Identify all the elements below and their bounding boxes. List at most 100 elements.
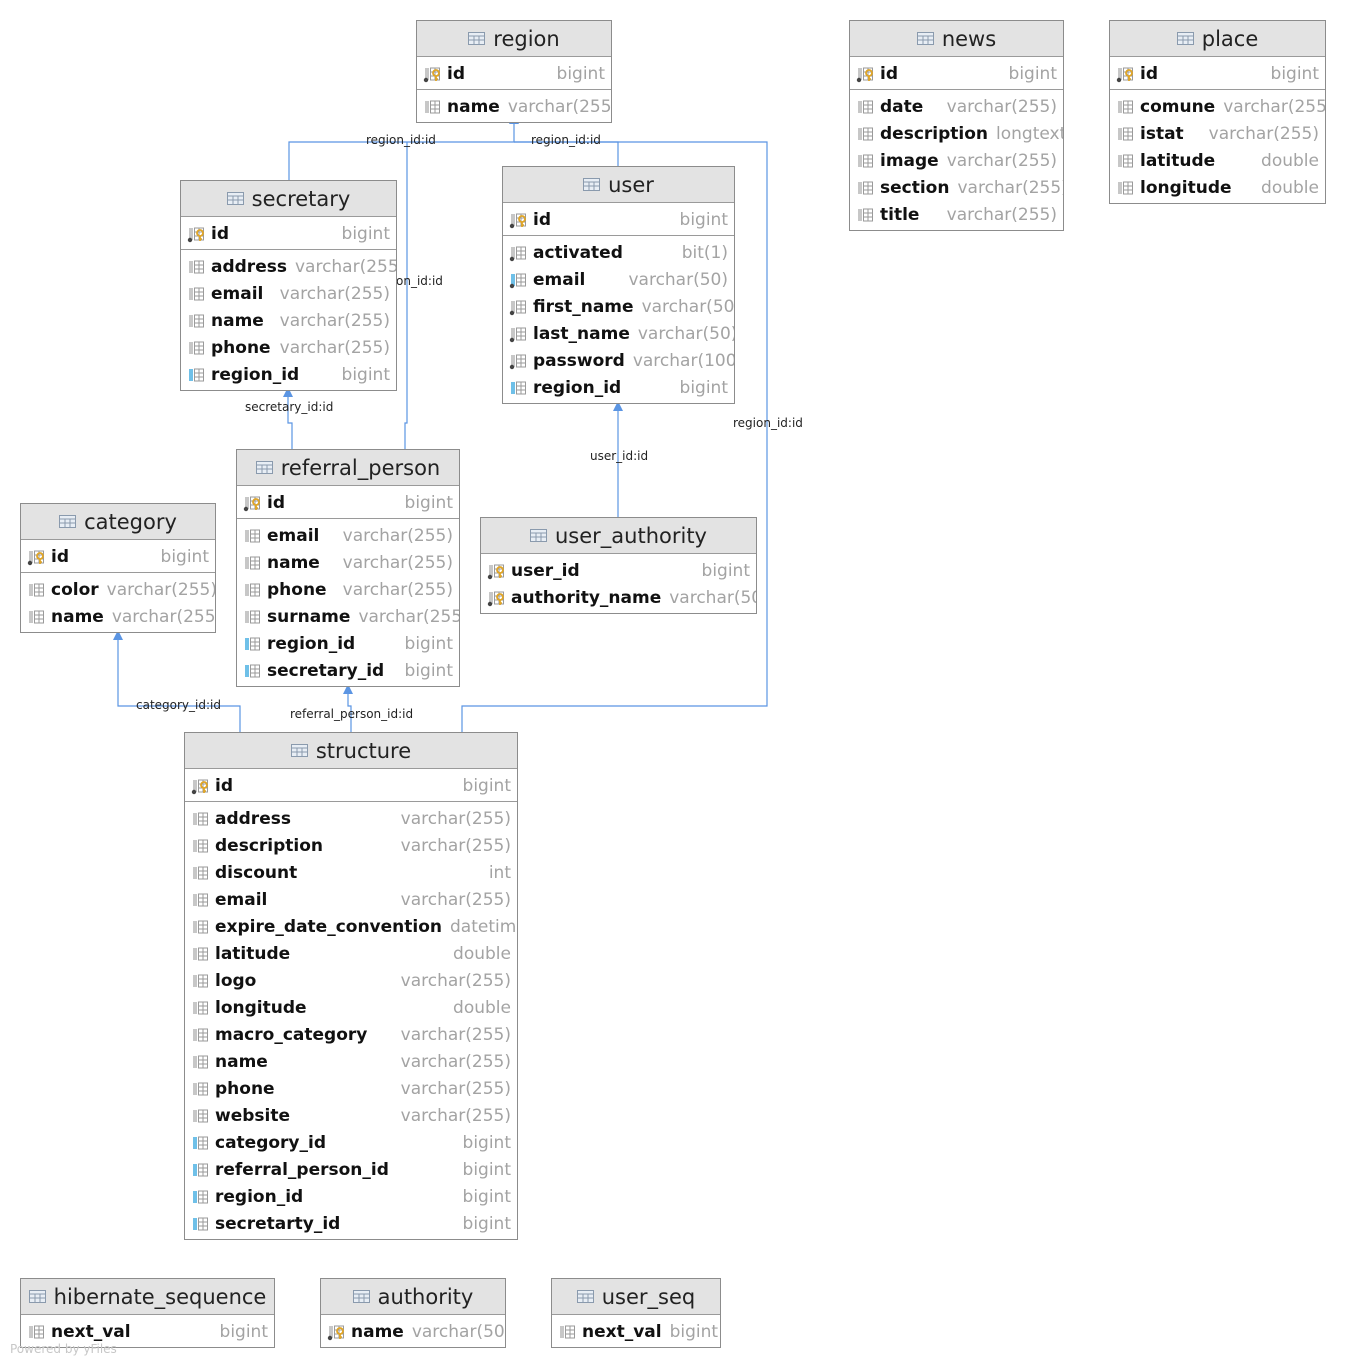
field-row[interactable]: secretarty_id bigint: [185, 1210, 517, 1237]
field-row[interactable]: comune varchar(255): [1110, 93, 1325, 120]
primary-key-icon: [1116, 65, 1136, 83]
field-row[interactable]: region_id bigint: [237, 630, 459, 657]
table-header[interactable]: place: [1110, 21, 1325, 57]
field-row[interactable]: description longtext: [850, 120, 1063, 147]
field-row[interactable]: id bigint: [237, 489, 459, 516]
field-row[interactable]: next_val bigint: [552, 1318, 720, 1345]
field-row[interactable]: email varchar(255): [185, 886, 517, 913]
field-row[interactable]: longitude double: [1110, 174, 1325, 201]
foreign-key-column-icon: [243, 662, 263, 680]
field-name: description: [880, 123, 989, 144]
field-name: istat: [1140, 123, 1184, 144]
table-place[interactable]: place id bigint comune varchar(255) istat varc…: [1109, 20, 1326, 204]
field-row[interactable]: expire_date_convention datetime: [185, 913, 517, 940]
field-row[interactable]: id bigint: [185, 772, 517, 799]
field-row[interactable]: next_val bigint: [21, 1318, 274, 1345]
field-row[interactable]: secretary_id bigint: [237, 657, 459, 684]
field-row[interactable]: id bigint: [850, 60, 1063, 87]
table-header[interactable]: structure: [185, 733, 517, 769]
table-header[interactable]: region: [417, 21, 611, 57]
field-row[interactable]: address varchar(255): [181, 253, 396, 280]
field-row[interactable]: id bigint: [181, 220, 396, 247]
field-row[interactable]: id bigint: [1110, 60, 1325, 87]
table-title: category: [84, 509, 177, 534]
field-row[interactable]: title varchar(255): [850, 201, 1063, 228]
table-news[interactable]: news id bigint date varchar(255) description l…: [849, 20, 1064, 231]
field-row[interactable]: email varchar(255): [237, 522, 459, 549]
primary-key-section: id bigint: [237, 486, 459, 519]
table-header[interactable]: authority: [321, 1279, 505, 1315]
table-header[interactable]: secretary: [181, 181, 396, 217]
field-row[interactable]: first_name varchar(50): [503, 293, 734, 320]
field-row[interactable]: color varchar(255): [21, 576, 215, 603]
table-secretary[interactable]: secretary id bigint address varchar(255) emai…: [180, 180, 397, 391]
field-row[interactable]: discount int: [185, 859, 517, 886]
field-row[interactable]: image varchar(255): [850, 147, 1063, 174]
field-row[interactable]: website varchar(255): [185, 1102, 517, 1129]
field-row[interactable]: region_id bigint: [503, 374, 734, 401]
field-row[interactable]: name varchar(50): [321, 1318, 505, 1345]
field-type: longtext: [996, 123, 1064, 144]
column-icon: [191, 1053, 211, 1071]
table-authority[interactable]: authority name varchar(50): [320, 1278, 506, 1348]
field-row[interactable]: id bigint: [21, 543, 215, 570]
field-row[interactable]: password varchar(100): [503, 347, 734, 374]
table-hibernate-sequence[interactable]: hibernate_sequence next_val bigint: [20, 1278, 275, 1348]
table-header[interactable]: referral_person: [237, 450, 459, 486]
field-row[interactable]: region_id bigint: [185, 1183, 517, 1210]
table-header[interactable]: user_authority: [481, 518, 756, 554]
table-category[interactable]: category id bigint color varchar(255) name var…: [20, 503, 216, 633]
field-row[interactable]: authority_name varchar(50): [481, 584, 756, 611]
field-row[interactable]: address varchar(255): [185, 805, 517, 832]
table-header[interactable]: category: [21, 504, 215, 540]
field-row[interactable]: activated bit(1): [503, 239, 734, 266]
field-row[interactable]: macro_category varchar(255): [185, 1021, 517, 1048]
field-row[interactable]: category_id bigint: [185, 1129, 517, 1156]
field-row[interactable]: phone varchar(255): [237, 576, 459, 603]
field-row[interactable]: region_id bigint: [181, 361, 396, 388]
field-row[interactable]: surname varchar(255): [237, 603, 459, 630]
field-row[interactable]: name varchar(255): [185, 1048, 517, 1075]
field-row[interactable]: istat varchar(255): [1110, 120, 1325, 147]
field-row[interactable]: user_id bigint: [481, 557, 756, 584]
table-header[interactable]: news: [850, 21, 1063, 57]
table-header[interactable]: user_seq: [552, 1279, 720, 1315]
table-user-seq[interactable]: user_seq next_val bigint: [551, 1278, 721, 1348]
field-type: bigint: [404, 633, 453, 654]
field-row[interactable]: section varchar(255): [850, 174, 1063, 201]
table-title: user_authority: [554, 523, 707, 548]
primary-key-section: id bigint: [185, 769, 517, 802]
field-type: varchar(255): [279, 310, 390, 331]
column-icon: [243, 554, 263, 572]
field-row[interactable]: latitude double: [1110, 147, 1325, 174]
field-name: image: [880, 150, 939, 171]
field-row[interactable]: email varchar(255): [181, 280, 396, 307]
field-row[interactable]: last_name varchar(50): [503, 320, 734, 347]
field-row[interactable]: id bigint: [503, 206, 734, 233]
field-row[interactable]: description varchar(255): [185, 832, 517, 859]
column-icon: [191, 999, 211, 1017]
table-user[interactable]: user id bigint activated bit(1) email varchar(…: [502, 166, 735, 404]
field-row[interactable]: name varchar(255): [417, 93, 611, 120]
field-row[interactable]: phone varchar(255): [181, 334, 396, 361]
table-user-authority[interactable]: user_authority user_id bigint authority_nam…: [480, 517, 757, 614]
field-row[interactable]: referral_person_id bigint: [185, 1156, 517, 1183]
table-region[interactable]: region id bigint name varchar(255): [416, 20, 612, 123]
column-icon: [187, 285, 207, 303]
field-row[interactable]: id bigint: [417, 60, 611, 87]
table-header[interactable]: hibernate_sequence: [21, 1279, 274, 1315]
field-name: secretarty_id: [215, 1213, 341, 1234]
field-row[interactable]: longitude double: [185, 994, 517, 1021]
field-row[interactable]: phone varchar(255): [185, 1075, 517, 1102]
field-row[interactable]: date varchar(255): [850, 93, 1063, 120]
field-row[interactable]: logo varchar(255): [185, 967, 517, 994]
field-row[interactable]: name varchar(255): [181, 307, 396, 334]
field-row[interactable]: latitude double: [185, 940, 517, 967]
table-header[interactable]: user: [503, 167, 734, 203]
table-structure[interactable]: structure id bigint address varchar(255) desc…: [184, 732, 518, 1240]
table-referral-person[interactable]: referral_person id bigint email varchar(255)…: [236, 449, 460, 687]
field-row[interactable]: name varchar(255): [237, 549, 459, 576]
field-row[interactable]: name varchar(255): [21, 603, 215, 630]
edge-label-user-region: region_id:id: [531, 133, 601, 147]
field-row[interactable]: email varchar(50): [503, 266, 734, 293]
